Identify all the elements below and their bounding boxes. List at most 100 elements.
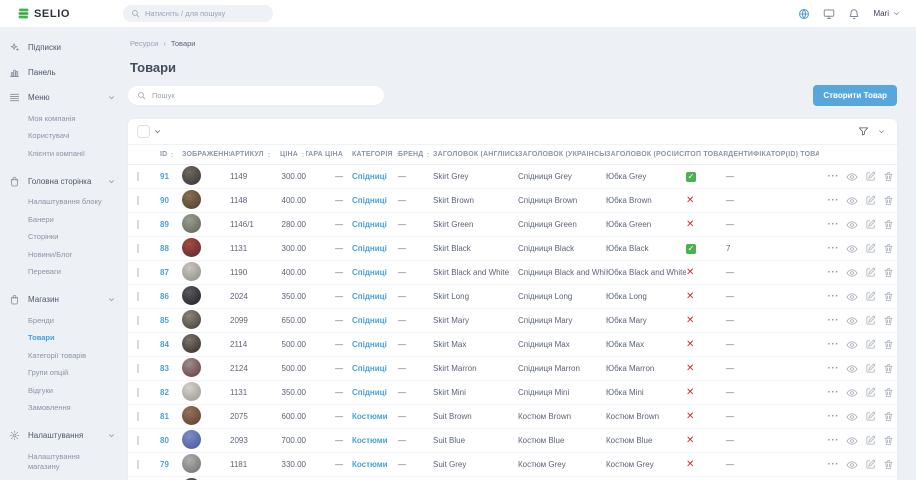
product-id-link[interactable]: 84 <box>160 340 169 349</box>
trash-icon[interactable] <box>883 387 894 398</box>
sidebar-item-benefits[interactable]: Переваги <box>28 264 106 282</box>
monitor-icon[interactable] <box>823 8 835 20</box>
category-link[interactable]: Костюми <box>352 436 388 445</box>
column-header-category[interactable]: КАТЕГОРІЯ <box>352 151 398 159</box>
row-checkbox[interactable] <box>137 220 139 229</box>
eye-icon[interactable] <box>846 363 858 375</box>
column-header-sku[interactable]: АРТИКУЛ <box>230 151 272 159</box>
edit-icon[interactable] <box>865 243 876 254</box>
sidebar-item-my-company[interactable]: Моя компанія <box>28 110 106 128</box>
sort-icon[interactable] <box>425 151 431 159</box>
category-link[interactable]: Спідниці <box>352 388 387 397</box>
column-header-brand[interactable]: БРЕНД <box>398 151 433 159</box>
edit-icon[interactable] <box>865 267 876 278</box>
table-search[interactable] <box>128 86 384 105</box>
product-id-link[interactable]: 82 <box>160 388 169 397</box>
edit-icon[interactable] <box>865 171 876 182</box>
global-search[interactable] <box>123 5 273 22</box>
category-link[interactable]: Спідниці <box>352 244 387 253</box>
trash-icon[interactable] <box>883 339 894 350</box>
edit-icon[interactable] <box>865 291 876 302</box>
row-actions-menu-button[interactable]: ··· <box>828 291 840 302</box>
trash-icon[interactable] <box>883 195 894 206</box>
user-menu[interactable]: Mari <box>873 9 900 18</box>
row-checkbox[interactable] <box>137 340 139 349</box>
category-link[interactable]: Спідниці <box>352 340 387 349</box>
product-id-link[interactable]: 83 <box>160 364 169 373</box>
filter-button[interactable] <box>858 126 885 137</box>
row-checkbox[interactable] <box>137 316 139 325</box>
row-checkbox[interactable] <box>137 436 139 445</box>
sidebar-item-news-blog[interactable]: Новини/Блог <box>28 246 106 264</box>
row-actions-menu-button[interactable]: ··· <box>828 363 840 374</box>
row-actions-menu-button[interactable]: ··· <box>828 267 840 278</box>
eye-icon[interactable] <box>846 219 858 231</box>
row-actions-menu-button[interactable]: ··· <box>828 195 840 206</box>
product-id-link[interactable]: 87 <box>160 268 169 277</box>
category-link[interactable]: Спідниці <box>352 268 387 277</box>
row-checkbox[interactable] <box>137 460 139 469</box>
edit-icon[interactable] <box>865 387 876 398</box>
bulk-actions-chevron-icon[interactable] <box>154 128 161 135</box>
sidebar-item-product-categories[interactable]: Категорії товарів <box>28 347 106 365</box>
product-id-link[interactable]: 86 <box>160 292 169 301</box>
row-checkbox[interactable] <box>137 412 139 421</box>
edit-icon[interactable] <box>865 363 876 374</box>
row-checkbox[interactable] <box>137 364 139 373</box>
row-checkbox[interactable] <box>137 292 139 301</box>
category-link[interactable]: Спідниці <box>352 316 387 325</box>
edit-icon[interactable] <box>865 435 876 446</box>
eye-icon[interactable] <box>846 267 858 279</box>
sidebar-item-brands[interactable]: Бренди <box>28 312 106 330</box>
sidebar-item-subscriptions[interactable]: Підписки <box>9 35 121 60</box>
category-link[interactable]: Костюми <box>352 412 388 421</box>
sidebar-item-color-settings[interactable]: Налаштування кольору <box>28 476 106 480</box>
trash-icon[interactable] <box>883 411 894 422</box>
row-actions-menu-button[interactable]: ··· <box>828 315 840 326</box>
row-actions-menu-button[interactable]: ··· <box>828 339 840 350</box>
row-checkbox[interactable] <box>137 196 139 205</box>
sidebar-item-option-groups[interactable]: Групи опцій <box>28 365 106 383</box>
sort-icon[interactable] <box>169 151 175 159</box>
category-link[interactable]: Спідниці <box>352 292 387 301</box>
row-checkbox[interactable] <box>137 172 139 181</box>
sidebar-item-home-page[interactable]: Головна сторінка <box>9 169 121 194</box>
table-search-input[interactable] <box>152 91 375 100</box>
row-actions-menu-button[interactable]: ··· <box>828 243 840 254</box>
sidebar-item-block-settings[interactable]: Налаштування блоку <box>28 194 106 212</box>
edit-icon[interactable] <box>865 411 876 422</box>
sidebar-item-menu[interactable]: Меню <box>9 85 121 110</box>
sidebar-item-settings[interactable]: Налаштування <box>9 423 121 448</box>
trash-icon[interactable] <box>883 267 894 278</box>
edit-icon[interactable] <box>865 219 876 230</box>
category-link[interactable]: Спідниці <box>352 196 387 205</box>
edit-icon[interactable] <box>865 195 876 206</box>
product-id-link[interactable]: 80 <box>160 436 169 445</box>
row-checkbox[interactable] <box>137 388 139 397</box>
product-id-link[interactable]: 88 <box>160 244 169 253</box>
eye-icon[interactable] <box>846 339 858 351</box>
sidebar-item-shop-settings[interactable]: Налаштування магазину <box>28 448 106 476</box>
sidebar-item-orders[interactable]: Замовлення <box>28 400 106 418</box>
edit-icon[interactable] <box>865 459 876 470</box>
select-all-checkbox[interactable] <box>137 125 150 138</box>
product-id-link[interactable]: 81 <box>160 412 169 421</box>
row-checkbox[interactable] <box>137 268 139 277</box>
sidebar-item-dashboard[interactable]: Панель <box>9 60 121 85</box>
sidebar-item-pages[interactable]: Сторінки <box>28 229 106 247</box>
eye-icon[interactable] <box>846 291 858 303</box>
trash-icon[interactable] <box>883 363 894 374</box>
eye-icon[interactable] <box>846 459 858 471</box>
eye-icon[interactable] <box>846 435 858 447</box>
product-id-link[interactable]: 91 <box>160 172 169 181</box>
column-header-price[interactable]: ЦІНА <box>272 151 306 159</box>
global-search-input[interactable] <box>145 9 265 18</box>
sidebar-item-shop[interactable]: Магазин <box>9 287 121 312</box>
sidebar-item-company-clients[interactable]: Клієнти компанії <box>28 145 106 163</box>
row-actions-menu-button[interactable]: ··· <box>828 387 840 398</box>
sidebar-item-users[interactable]: Користувачі <box>28 128 106 146</box>
row-checkbox[interactable] <box>137 244 139 253</box>
trash-icon[interactable] <box>883 219 894 230</box>
eye-icon[interactable] <box>846 315 858 327</box>
sidebar-item-banners[interactable]: Банери <box>28 211 106 229</box>
